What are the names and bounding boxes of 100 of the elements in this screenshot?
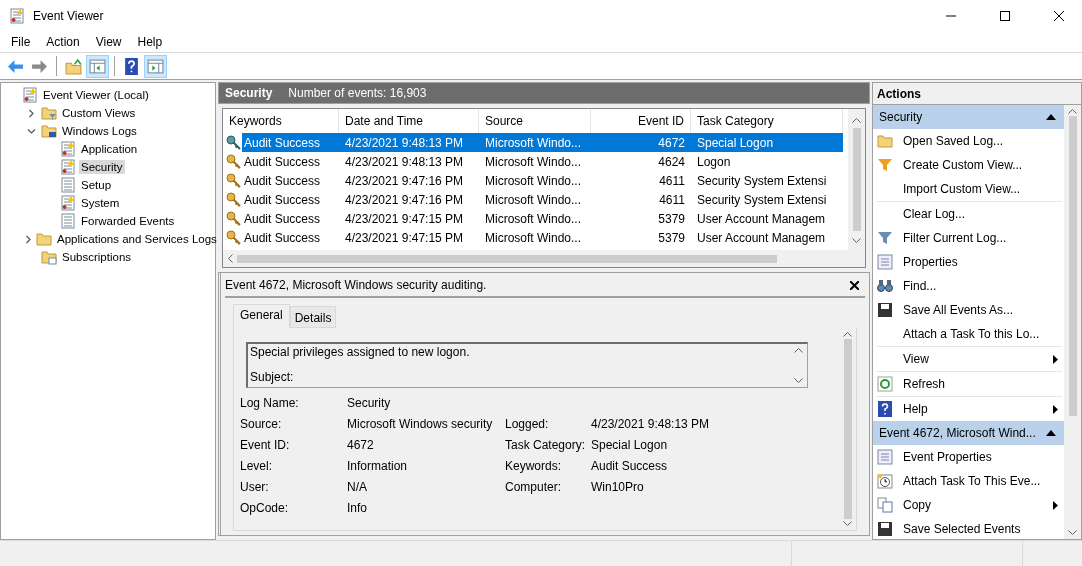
command-item[interactable]: Refresh xyxy=(877,372,1062,396)
table-cell-text: Audit Success xyxy=(243,210,322,228)
command-item[interactable]: Find... xyxy=(877,274,1062,298)
window-title: Event Viewer xyxy=(33,9,105,23)
field-value: Special Logon xyxy=(591,438,669,452)
tree-item[interactable]: Forwarded Events xyxy=(79,214,177,228)
tab[interactable]: Details xyxy=(289,306,337,328)
table-cell: Special Logon xyxy=(691,133,843,152)
field-value: N/A xyxy=(347,480,368,494)
filter-icon xyxy=(877,230,893,246)
scroll-up-icon[interactable] xyxy=(852,117,861,123)
actions-title: Actions xyxy=(873,83,1081,105)
field-label: Task Category: xyxy=(505,438,587,452)
log-icon xyxy=(60,159,76,175)
save-icon xyxy=(877,302,893,318)
scroll-down-icon[interactable] xyxy=(1068,530,1077,536)
field-value: 4/23/2021 9:48:13 PM xyxy=(591,417,711,431)
table-cell-text: Audit Success xyxy=(243,229,322,247)
command-item[interactable]: Save All Events As... xyxy=(877,298,1062,322)
scroll-down-icon[interactable] xyxy=(852,238,861,244)
field-label: Keywords: xyxy=(505,459,563,473)
tree-item[interactable]: System xyxy=(79,196,122,210)
menu-item[interactable]: Help xyxy=(129,35,171,49)
command-item[interactable]: Help xyxy=(877,397,1062,421)
section-header[interactable]: Security xyxy=(873,105,1064,129)
table-cell-text: Microsoft Windo... xyxy=(484,153,583,171)
command-item[interactable]: Save Selected Events xyxy=(877,517,1062,539)
vertical-scrollbar[interactable] xyxy=(1064,105,1081,539)
command-item[interactable]: Copy xyxy=(877,493,1062,517)
menu-item[interactable]: Action xyxy=(38,35,88,49)
save-icon xyxy=(877,521,893,537)
field-label: Source: xyxy=(240,417,283,431)
pane-icon xyxy=(147,57,164,75)
field-value: Info xyxy=(347,501,368,515)
chevron-right-icon[interactable] xyxy=(24,234,33,244)
scroll-up-icon[interactable] xyxy=(1068,108,1077,114)
folder-icon xyxy=(877,133,893,149)
command-item[interactable]: Open Saved Log... xyxy=(877,129,1062,153)
field-label: OpCode: xyxy=(240,501,290,515)
command-item[interactable]: View xyxy=(877,347,1062,371)
scroll-down-icon[interactable] xyxy=(843,521,852,527)
tree-item[interactable]: Applications and Services Logs xyxy=(55,232,219,246)
field-value: Information xyxy=(347,459,409,473)
command-item[interactable]: Attach a Task To this Lo... xyxy=(877,322,1062,346)
command-item[interactable]: Properties xyxy=(877,250,1062,274)
log-title: Security xyxy=(225,86,273,100)
scroll-up-icon[interactable] xyxy=(843,331,852,337)
pane-icon xyxy=(89,57,106,75)
tree-item[interactable]: Setup xyxy=(79,178,114,192)
vertical-scrollbar[interactable] xyxy=(848,109,865,250)
table-cell-text: 4611 xyxy=(658,191,686,209)
table-cell-text: 5379 xyxy=(657,229,686,247)
key-icon xyxy=(226,229,242,246)
table-cell-text: 4/23/2021 9:47:15 PM xyxy=(344,210,465,228)
collapse-icon[interactable] xyxy=(1046,114,1056,120)
table-cell-text: Security System Extensi xyxy=(696,172,828,190)
field-value: Security xyxy=(347,396,392,410)
chevron-right-icon[interactable] xyxy=(26,108,36,118)
key-icon xyxy=(226,153,242,170)
section-header[interactable]: Event 4672, Microsoft Wind... xyxy=(873,421,1064,445)
field-value: 4672 xyxy=(347,438,375,452)
description-box[interactable]: Special privileges assigned to new logon. Subject: xyxy=(246,342,808,388)
table-cell-text: Audit Success xyxy=(243,153,322,171)
key-icon xyxy=(226,191,242,208)
tree-item[interactable]: Event Viewer (Local) xyxy=(41,88,151,102)
tab[interactable]: General xyxy=(233,304,290,328)
field-label: Logged: xyxy=(505,417,550,431)
command-item[interactable]: Event Properties xyxy=(877,445,1062,469)
folder-icon xyxy=(41,249,57,265)
scroll-up-icon[interactable] xyxy=(794,347,803,353)
submenu-arrow-icon xyxy=(1053,354,1058,364)
menu-item[interactable]: File xyxy=(3,35,39,49)
chevron-down-icon[interactable] xyxy=(26,126,36,136)
tree-item[interactable]: Application xyxy=(79,142,140,156)
tree-item[interactable]: Windows Logs xyxy=(60,124,139,138)
table-cell-text: Security System Extensi xyxy=(696,191,828,209)
event-count: Number of events: 16,903 xyxy=(288,86,427,100)
table-cell: Microsoft Windo... xyxy=(479,133,591,152)
scroll-left-icon[interactable] xyxy=(227,254,233,263)
help-icon xyxy=(877,401,893,417)
collapse-icon[interactable] xyxy=(1046,430,1056,436)
key-icon xyxy=(226,210,242,227)
tree-item[interactable]: Custom Views xyxy=(60,106,138,120)
log-icon xyxy=(60,195,76,211)
command-item[interactable]: Import Custom View... xyxy=(877,177,1062,201)
table-cell-text: Audit Success xyxy=(243,172,322,190)
log-icon xyxy=(9,8,25,24)
command-item[interactable]: Attach Task To This Eve... xyxy=(877,469,1062,493)
filter-icon xyxy=(877,157,893,173)
table-cell-text: Audit Success xyxy=(243,191,322,209)
horizontal-scrollbar[interactable] xyxy=(223,250,865,267)
command-item[interactable]: Create Custom View... xyxy=(877,153,1062,177)
command-item[interactable]: Clear Log... xyxy=(877,202,1062,226)
tree-item[interactable]: Security xyxy=(79,160,125,174)
tree-item[interactable]: Subscriptions xyxy=(60,250,134,264)
menu-item[interactable]: View xyxy=(87,35,130,49)
table-cell-text: 4/23/2021 9:47:15 PM xyxy=(344,229,465,247)
scroll-down-icon[interactable] xyxy=(794,378,803,384)
command-item[interactable]: Filter Current Log... xyxy=(877,226,1062,250)
table-cell-text: 5379 xyxy=(657,210,686,228)
